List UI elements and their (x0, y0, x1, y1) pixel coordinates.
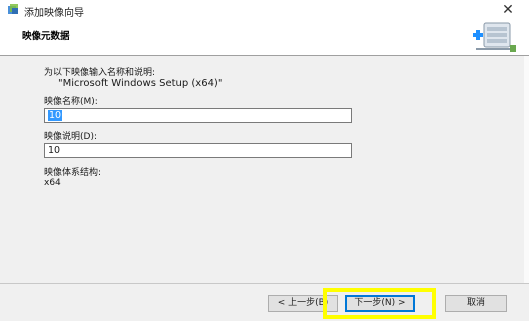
image-name-label: 映像名称(M): (44, 97, 98, 107)
image-name-value: 10 (48, 110, 63, 121)
close-icon[interactable]: ✕ (499, 2, 517, 18)
cancel-button[interactable]: 取消 (445, 295, 507, 312)
arch-value: x64 (44, 178, 61, 188)
right-edge (524, 56, 529, 283)
image-desc-label: 映像说明(D): (44, 132, 97, 142)
image-desc-field[interactable]: 10 (44, 143, 352, 158)
highlight-box (323, 288, 436, 319)
footer-divider (0, 283, 529, 284)
title-bar: 添加映像向导 ✕ (0, 0, 529, 21)
wizard-app-icon (8, 4, 18, 14)
image-name-field[interactable]: 10 (44, 108, 352, 123)
intro-text: 为以下映像输入名称和说明: (44, 68, 156, 78)
image-desc-value: 10 (48, 145, 61, 156)
content-area: 为以下映像输入名称和说明: "Microsoft Windows Setup (… (0, 56, 529, 281)
image-source-name: "Microsoft Windows Setup (x64)" (58, 78, 223, 89)
arch-label: 映像体系结构: (44, 168, 102, 178)
page-title: 映像元数据 (22, 31, 70, 42)
window-title: 添加映像向导 (24, 8, 84, 19)
server-network-icon (473, 22, 516, 52)
wizard-header: 映像元数据 (0, 20, 529, 56)
